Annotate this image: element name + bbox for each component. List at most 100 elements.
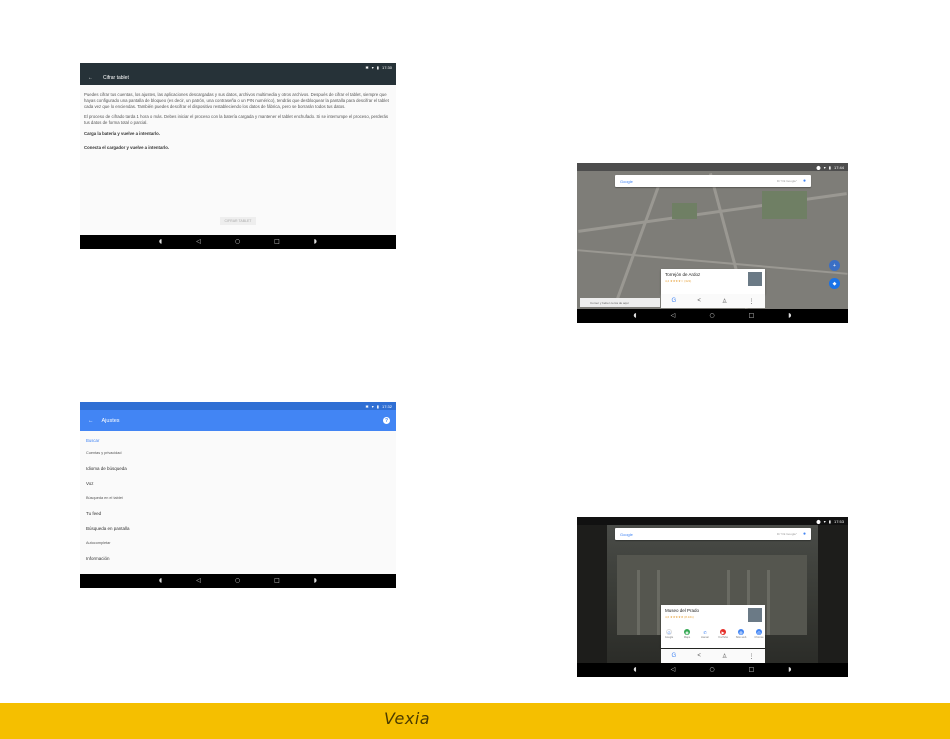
back-icon[interactable]: ◁ xyxy=(671,667,676,673)
section-header: Buscar xyxy=(86,438,100,443)
recents-icon[interactable]: □ xyxy=(749,313,755,319)
battery-warning: Carga la batería y vuelve a intentarlo. xyxy=(84,130,160,136)
settings-item-autocompletar[interactable]: Autocompletar xyxy=(86,536,390,551)
bluetooth-icon: ✱ xyxy=(365,403,369,409)
back-icon[interactable]: ◁ xyxy=(196,578,201,584)
youtube-icon: ▶ xyxy=(720,629,726,635)
back-icon[interactable]: ◁ xyxy=(196,239,201,245)
navigate-icon[interactable]: ◆ xyxy=(829,278,840,289)
home-icon[interactable]: ○ xyxy=(709,313,714,319)
encrypt-tablet-button[interactable]: CIFRAR TABLET xyxy=(220,217,256,225)
place-thumbnail xyxy=(748,272,762,286)
app-google[interactable]: G Google xyxy=(663,629,675,639)
vexia-logo: Vexia xyxy=(384,709,431,728)
google-icon: G xyxy=(666,629,672,635)
now-on-tap-toolbar: G < ♙ ⋮ xyxy=(661,649,765,663)
location-icon: ⬤ xyxy=(816,518,821,524)
place-card[interactable]: Torrejón de Ardoz 4,2 ★★★★☆ (321) xyxy=(661,269,765,294)
footer-bar: Vexia xyxy=(0,703,950,739)
volume-down-icon[interactable]: ◖ xyxy=(159,578,162,584)
place-rating: 4,2 ★★★★☆ (321) xyxy=(665,279,692,283)
phone-icon: ✆ xyxy=(702,629,708,635)
mic-icon[interactable]: ● xyxy=(803,531,806,537)
app-youtube[interactable]: ▶ YouTube xyxy=(717,629,729,639)
back-arrow-icon[interactable]: ← xyxy=(88,418,94,424)
back-icon[interactable]: ◁ xyxy=(671,313,676,319)
recents-icon[interactable]: □ xyxy=(274,239,280,245)
navigation-bar: ◖ ◁ ○ □ ◗ xyxy=(80,235,396,249)
maps-icon: ◉ xyxy=(684,629,690,635)
settings-item-informacion[interactable]: Información xyxy=(86,551,390,566)
settings-item-feed[interactable]: Tu feed xyxy=(86,506,390,521)
recents-icon[interactable]: □ xyxy=(749,667,755,673)
status-bar: ⬤ ▾ ▮ 17:53 xyxy=(577,517,848,525)
settings-item-cuentas[interactable]: Cuentas y privacidad xyxy=(86,446,390,461)
compass-icon[interactable]: + xyxy=(829,260,840,271)
volume-up-icon[interactable]: ◗ xyxy=(788,313,791,319)
help-icon[interactable]: ? xyxy=(383,417,390,424)
battery-icon: ▮ xyxy=(828,518,831,524)
home-icon[interactable]: ○ xyxy=(235,239,240,245)
home-icon[interactable]: ○ xyxy=(709,667,714,673)
more-icon[interactable]: ⋮ xyxy=(748,298,754,305)
volume-up-icon[interactable]: ◗ xyxy=(314,239,317,245)
wifi-icon: ▾ xyxy=(823,164,826,170)
place-card[interactable]: Museo del Prado 4,6 ★★★★★ (8.161) xyxy=(661,605,765,648)
more-icon[interactable]: ⋮ xyxy=(748,653,754,660)
navigation-bar: ◖ ◁ ○ □ ◗ xyxy=(577,663,848,677)
volume-up-icon[interactable]: ◗ xyxy=(314,578,317,584)
app-chrome[interactable]: ◎ Chrome xyxy=(753,629,765,639)
search-hint: Di "Ok Google" xyxy=(776,532,797,536)
volume-down-icon[interactable]: ◖ xyxy=(634,313,637,319)
volume-down-icon[interactable]: ◖ xyxy=(634,667,637,673)
maps-now-on-tap-screenshot: ⬤ ▾ ▮ 17:44 Google Di "Ok Google" ● + ◆ … xyxy=(577,163,848,323)
status-time: 17:32 xyxy=(381,403,392,409)
status-time: 17:53 xyxy=(833,518,844,524)
person-icon[interactable]: ♙ xyxy=(722,298,727,305)
google-icon[interactable]: G xyxy=(672,653,677,659)
status-bar: ✱ ▾ ▮ 17:32 xyxy=(80,402,396,410)
google-search-bar[interactable]: Google Di "Ok Google" ● xyxy=(615,528,811,540)
volume-down-icon[interactable]: ◖ xyxy=(159,239,162,245)
settings-item-voz[interactable]: Voz xyxy=(86,476,390,491)
google-logo: Google xyxy=(620,178,633,184)
app-maps[interactable]: ◉ Maps xyxy=(681,629,693,639)
share-icon[interactable]: < xyxy=(697,653,701,659)
page-title: Ajustes xyxy=(101,417,120,424)
status-bar: ✱ ▾ ▮ 17:30 xyxy=(80,63,396,71)
home-icon[interactable]: ○ xyxy=(235,578,240,584)
maps-search-field[interactable]: Comer y beber cerca de aquí xyxy=(580,298,660,307)
app-bar: ← Ajustes ? xyxy=(80,410,396,431)
wifi-icon: ▾ xyxy=(371,403,374,409)
cifrar-tablet-screenshot: ✱ ▾ ▮ 17:30 ← Cifrar tablet Puedes cifra… xyxy=(80,63,396,249)
google-search-bar[interactable]: Google Di "Ok Google" ● xyxy=(615,175,811,187)
app-bar: ← Cifrar tablet xyxy=(80,71,396,85)
app-website[interactable]: ◍ Sitio web xyxy=(735,629,747,639)
description-paragraph: Puedes cifrar tus cuentas, los ajustes, … xyxy=(84,92,389,109)
place-rating: 4,6 ★★★★★ (8.161) xyxy=(665,615,694,619)
place-name: Museo del Prado xyxy=(665,608,700,613)
recents-icon[interactable]: □ xyxy=(274,578,280,584)
encrypt-description: Puedes cifrar tus cuentas, los ajustes, … xyxy=(80,85,396,151)
mic-icon[interactable]: ● xyxy=(803,178,806,184)
battery-icon: ▮ xyxy=(376,403,379,409)
manual-page: ✱ ▾ ▮ 17:30 ← Cifrar tablet Puedes cifra… xyxy=(0,0,950,739)
status-time: 17:30 xyxy=(381,64,392,70)
prado-now-on-tap-screenshot: ⬤ ▾ ▮ 17:53 Google Di "Ok Google" ● Muse… xyxy=(577,517,848,677)
share-icon[interactable]: < xyxy=(697,298,701,304)
person-icon[interactable]: ♙ xyxy=(722,653,727,660)
settings-item-idioma[interactable]: Idioma de búsqueda xyxy=(86,461,390,476)
back-arrow-icon[interactable]: ← xyxy=(88,75,93,81)
navigation-bar: ◖ ◁ ○ □ ◗ xyxy=(577,309,848,323)
app-call[interactable]: ✆ Llamar xyxy=(699,629,711,639)
charger-warning: Conecta el cargador y vuelve a intentarl… xyxy=(84,144,170,150)
location-icon: ⬤ xyxy=(816,164,821,170)
settings-item-busqueda-pantalla[interactable]: Búsqueda en pantalla xyxy=(86,521,390,536)
wifi-icon: ▾ xyxy=(823,518,826,524)
navigation-bar: ◖ ◁ ○ □ ◗ xyxy=(80,574,396,588)
settings-item-busqueda-tablet[interactable]: Búsqueda en el tablet xyxy=(86,491,390,506)
volume-up-icon[interactable]: ◗ xyxy=(788,667,791,673)
google-icon[interactable]: G xyxy=(672,298,677,304)
status-time: 17:44 xyxy=(833,164,844,170)
place-name: Torrejón de Ardoz xyxy=(665,272,701,277)
